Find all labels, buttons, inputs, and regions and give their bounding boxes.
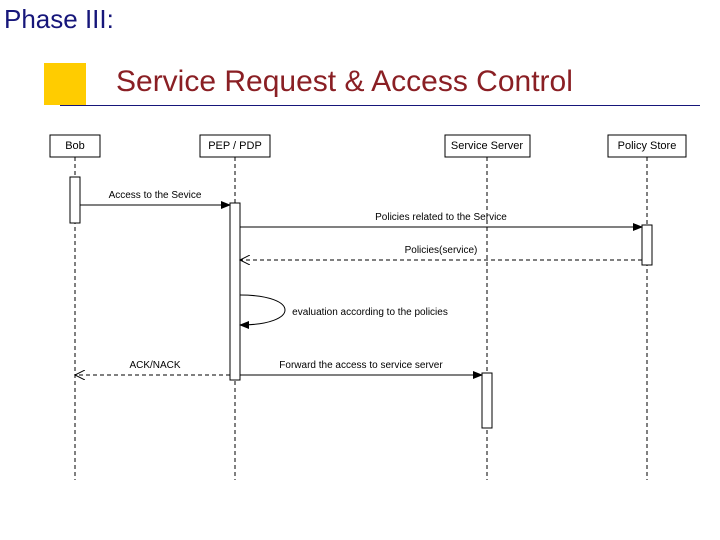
message-ack-nack: ACK/NACK bbox=[75, 360, 230, 375]
lifeline-policy-store: Policy Store bbox=[608, 135, 686, 480]
sequence-diagram: Bob PEP / PDP Service Server Policy Stor… bbox=[0, 125, 720, 505]
lifeline-label-svc: Service Server bbox=[451, 140, 523, 152]
message-policies-return: Policies(service) bbox=[240, 245, 642, 260]
activation-bob bbox=[70, 177, 80, 223]
title-row: Service Request & Access Control bbox=[0, 55, 720, 111]
message-access-service: Access to the Sevice bbox=[80, 190, 230, 205]
title-underline bbox=[60, 105, 700, 106]
activation-service bbox=[482, 373, 492, 428]
message-evaluation: evaluation according to the policies bbox=[240, 295, 448, 325]
svg-text:ACK/NACK: ACK/NACK bbox=[129, 360, 180, 371]
svg-text:evaluation according to the po: evaluation according to the policies bbox=[292, 307, 448, 318]
message-forward-access: Forward the access to service server bbox=[240, 360, 482, 375]
svg-text:Forward the access to service: Forward the access to service server bbox=[279, 360, 443, 371]
activation-pep bbox=[230, 203, 240, 380]
svg-text:Policies(service): Policies(service) bbox=[405, 245, 478, 256]
message-policies-request: Policies related to the Service bbox=[240, 212, 642, 227]
svg-text:Access to the Sevice: Access to the Sevice bbox=[109, 190, 202, 201]
lifeline-label-pol: Policy Store bbox=[618, 140, 677, 152]
svg-text:Policies related to the Servic: Policies related to the Service bbox=[375, 212, 507, 223]
page-title: Service Request & Access Control bbox=[116, 65, 573, 99]
lifeline-label-bob: Bob bbox=[65, 140, 85, 152]
activation-policy bbox=[642, 225, 652, 265]
lifeline-label-pep: PEP / PDP bbox=[208, 140, 262, 152]
phase-label: Phase III: bbox=[4, 4, 114, 35]
accent-square bbox=[44, 63, 86, 105]
